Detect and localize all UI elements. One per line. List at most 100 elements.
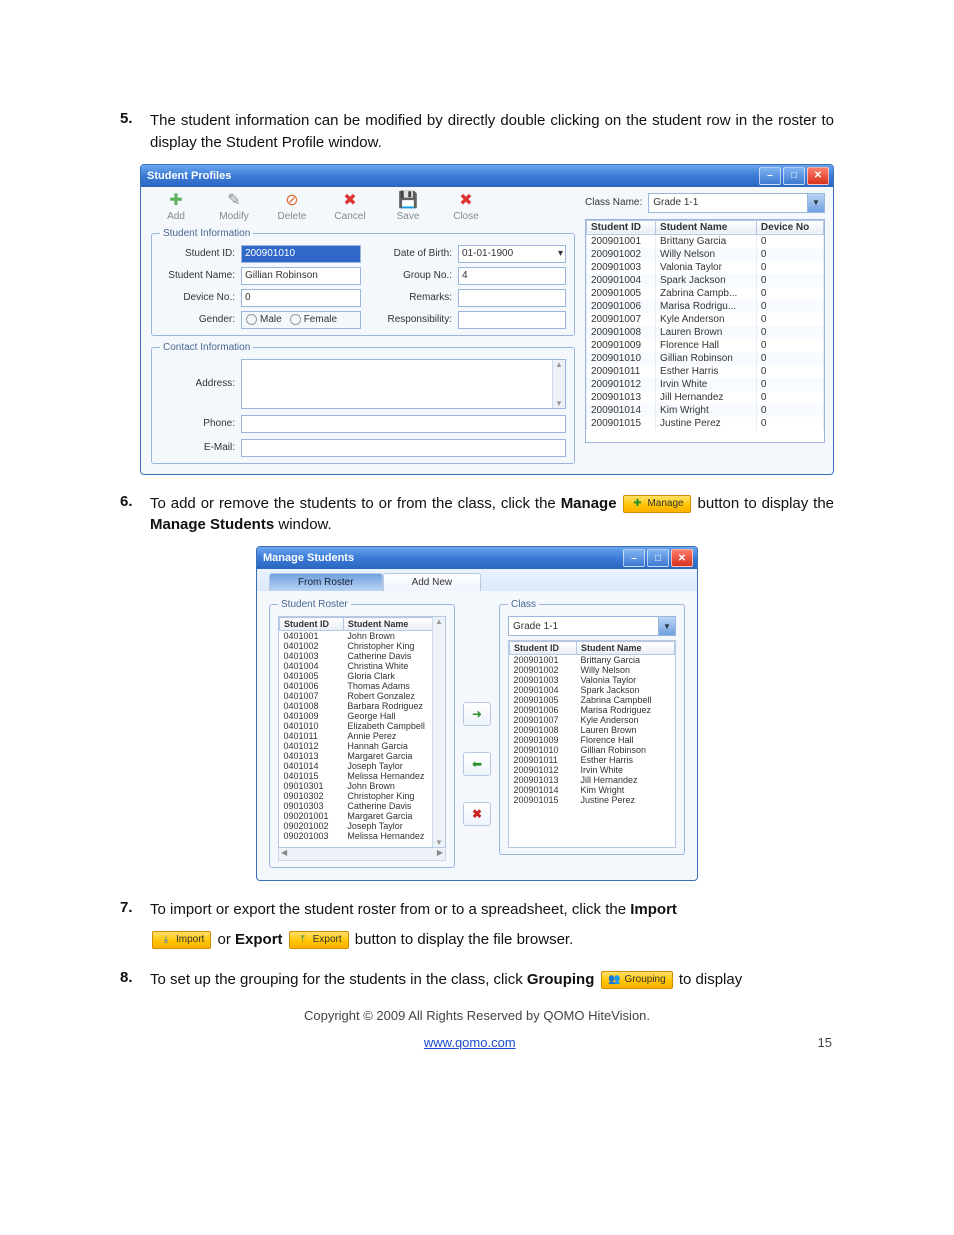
phone-field[interactable]: [241, 415, 566, 433]
scroll-up-icon[interactable]: ▲: [435, 617, 443, 626]
table-row[interactable]: 0401001John Brown: [280, 631, 445, 642]
remove-button[interactable]: ✖: [463, 802, 491, 826]
modify-button[interactable]: ✎Modify: [207, 193, 261, 222]
table-row[interactable]: 200901003Valonia Taylor0: [587, 261, 824, 274]
col-student-name[interactable]: Student Name: [656, 220, 757, 234]
export-button[interactable]: ⤒Export: [289, 931, 349, 949]
minimize-button[interactable]: –: [623, 549, 645, 567]
table-row[interactable]: 200901001Brittany Garcia0: [587, 234, 824, 248]
roster-table[interactable]: Student ID Student Name Device No 200901…: [585, 219, 825, 443]
table-row[interactable]: 0401013Margaret Garcia: [280, 751, 445, 761]
table-row[interactable]: 200901010Gillian Robinson0: [587, 352, 824, 365]
table-row[interactable]: 09010303Catherine Davis: [280, 801, 445, 811]
table-row[interactable]: 0401006Thomas Adams: [280, 681, 445, 691]
table-row[interactable]: 090201001Margaret Garcia: [280, 811, 445, 821]
close-toolbar-button[interactable]: ✖Close: [439, 193, 493, 222]
add-from-class-button[interactable]: ⬅: [463, 752, 491, 776]
class-list[interactable]: Student ID Student Name 200901001Brittan…: [508, 640, 676, 848]
col-device-no[interactable]: Device No: [756, 220, 823, 234]
chevron-down-icon[interactable]: ▾: [558, 248, 563, 259]
table-row[interactable]: 200901012Irvin White0: [587, 378, 824, 391]
save-button[interactable]: 💾Save: [381, 193, 435, 222]
table-row[interactable]: 200901001Brittany Garcia: [510, 655, 675, 666]
responsibility-field[interactable]: [458, 311, 566, 329]
table-row[interactable]: 0401014Joseph Taylor: [280, 761, 445, 771]
table-row[interactable]: 200901003Valonia Taylor: [510, 675, 675, 685]
table-row[interactable]: 200901004Spark Jackson: [510, 685, 675, 695]
table-row[interactable]: 200901002Willy Nelson0: [587, 248, 824, 261]
table-row[interactable]: 200901004Spark Jackson0: [587, 274, 824, 287]
maximize-button[interactable]: □: [647, 549, 669, 567]
table-row[interactable]: 0401009George Hall: [280, 711, 445, 721]
maximize-button[interactable]: □: [783, 167, 805, 185]
add-to-class-button[interactable]: ➜: [463, 702, 491, 726]
table-row[interactable]: 0401007Robert Gonzalez: [280, 691, 445, 701]
table-row[interactable]: 200901015Justine Perez0: [587, 417, 824, 430]
male-radio[interactable]: Male: [246, 314, 282, 325]
table-row[interactable]: 200901008Lauren Brown0: [587, 326, 824, 339]
table-row[interactable]: 0401010Elizabeth Campbell: [280, 721, 445, 731]
remarks-field[interactable]: [458, 289, 566, 307]
table-row[interactable]: 200901014Kim Wright: [510, 785, 675, 795]
scroll-down-icon[interactable]: ▼: [435, 838, 443, 847]
delete-button[interactable]: ⊘Delete: [265, 193, 319, 222]
table-row[interactable]: 0401004Christina White: [280, 661, 445, 671]
table-row[interactable]: 0401005Gloria Clark: [280, 671, 445, 681]
tab-from-roster[interactable]: From Roster: [269, 573, 383, 591]
tab-add-new[interactable]: Add New: [383, 573, 482, 591]
table-row[interactable]: 200901013Jill Hernandez: [510, 775, 675, 785]
close-button[interactable]: ✕: [807, 167, 829, 185]
table-row[interactable]: 200901006Marisa Rodrigu...0: [587, 300, 824, 313]
grouping-button[interactable]: 👥Grouping: [601, 971, 673, 989]
cancel-button[interactable]: ✖Cancel: [323, 193, 377, 222]
table-row[interactable]: 200901015Justine Perez: [510, 795, 675, 805]
table-row[interactable]: 200901012Irvin White: [510, 765, 675, 775]
table-row[interactable]: 090201003Melissa Hernandez: [280, 831, 445, 841]
table-row[interactable]: 200901007Kyle Anderson0: [587, 313, 824, 326]
table-row[interactable]: 200901011Esther Harris: [510, 755, 675, 765]
horizontal-scrollbar[interactable]: ◀▶: [278, 848, 446, 861]
student-name-field[interactable]: Gillian Robinson: [241, 267, 361, 285]
table-row[interactable]: 200901010Gillian Robinson: [510, 745, 675, 755]
col-student-id[interactable]: Student ID: [280, 618, 344, 631]
email-field[interactable]: [241, 439, 566, 457]
table-row[interactable]: 0401003Catherine Davis: [280, 651, 445, 661]
table-row[interactable]: 200901013Jill Hernandez0: [587, 391, 824, 404]
import-button[interactable]: ⤓Import: [152, 931, 211, 949]
table-row[interactable]: 090201002Joseph Taylor: [280, 821, 445, 831]
scroll-up-icon[interactable]: ▲: [555, 360, 563, 369]
student-id-field[interactable]: 200901010: [241, 245, 361, 263]
table-row[interactable]: 0401008Barbara Rodriguez: [280, 701, 445, 711]
dob-field[interactable]: 01-01-1900▾: [458, 245, 566, 263]
scroll-down-icon[interactable]: ▼: [555, 399, 563, 408]
col-student-id[interactable]: Student ID: [510, 642, 577, 655]
roster-list[interactable]: Student ID Student Name 0401001John Brow…: [278, 616, 446, 848]
table-row[interactable]: 0401002Christopher King: [280, 641, 445, 651]
table-row[interactable]: 200901005Zabrina Campb...0: [587, 287, 824, 300]
female-radio[interactable]: Female: [290, 314, 337, 325]
table-row[interactable]: 200901005Zabrina Campbell: [510, 695, 675, 705]
col-student-name[interactable]: Student Name: [343, 618, 444, 631]
table-row[interactable]: 0401015Melissa Hernandez: [280, 771, 445, 781]
table-row[interactable]: 200901009Florence Hall: [510, 735, 675, 745]
device-no-field[interactable]: 0: [241, 289, 361, 307]
group-no-field[interactable]: 4: [458, 267, 566, 285]
table-row[interactable]: 200901014Kim Wright0: [587, 404, 824, 417]
table-row[interactable]: 200901011Esther Harris0: [587, 365, 824, 378]
class-name-dropdown[interactable]: Grade 1-1 ▼: [648, 193, 825, 213]
footer-url[interactable]: www.qomo.com: [424, 1035, 516, 1050]
close-button[interactable]: ✕: [671, 549, 693, 567]
table-row[interactable]: 09010301John Brown: [280, 781, 445, 791]
table-row[interactable]: 200901006Marisa Rodriguez: [510, 705, 675, 715]
table-row[interactable]: 200901002Willy Nelson: [510, 665, 675, 675]
table-row[interactable]: 0401012Hannah Garcia: [280, 741, 445, 751]
table-row[interactable]: 200901007Kyle Anderson: [510, 715, 675, 725]
table-row[interactable]: 09010302Christopher King: [280, 791, 445, 801]
manage-button[interactable]: ✚Manage: [623, 495, 690, 513]
minimize-button[interactable]: –: [759, 167, 781, 185]
col-student-id[interactable]: Student ID: [587, 220, 656, 234]
table-row[interactable]: 0401011Annie Perez: [280, 731, 445, 741]
add-button[interactable]: ✚Add: [149, 193, 203, 222]
table-row[interactable]: 200901008Lauren Brown: [510, 725, 675, 735]
class-dropdown[interactable]: Grade 1-1 ▼: [508, 616, 676, 636]
